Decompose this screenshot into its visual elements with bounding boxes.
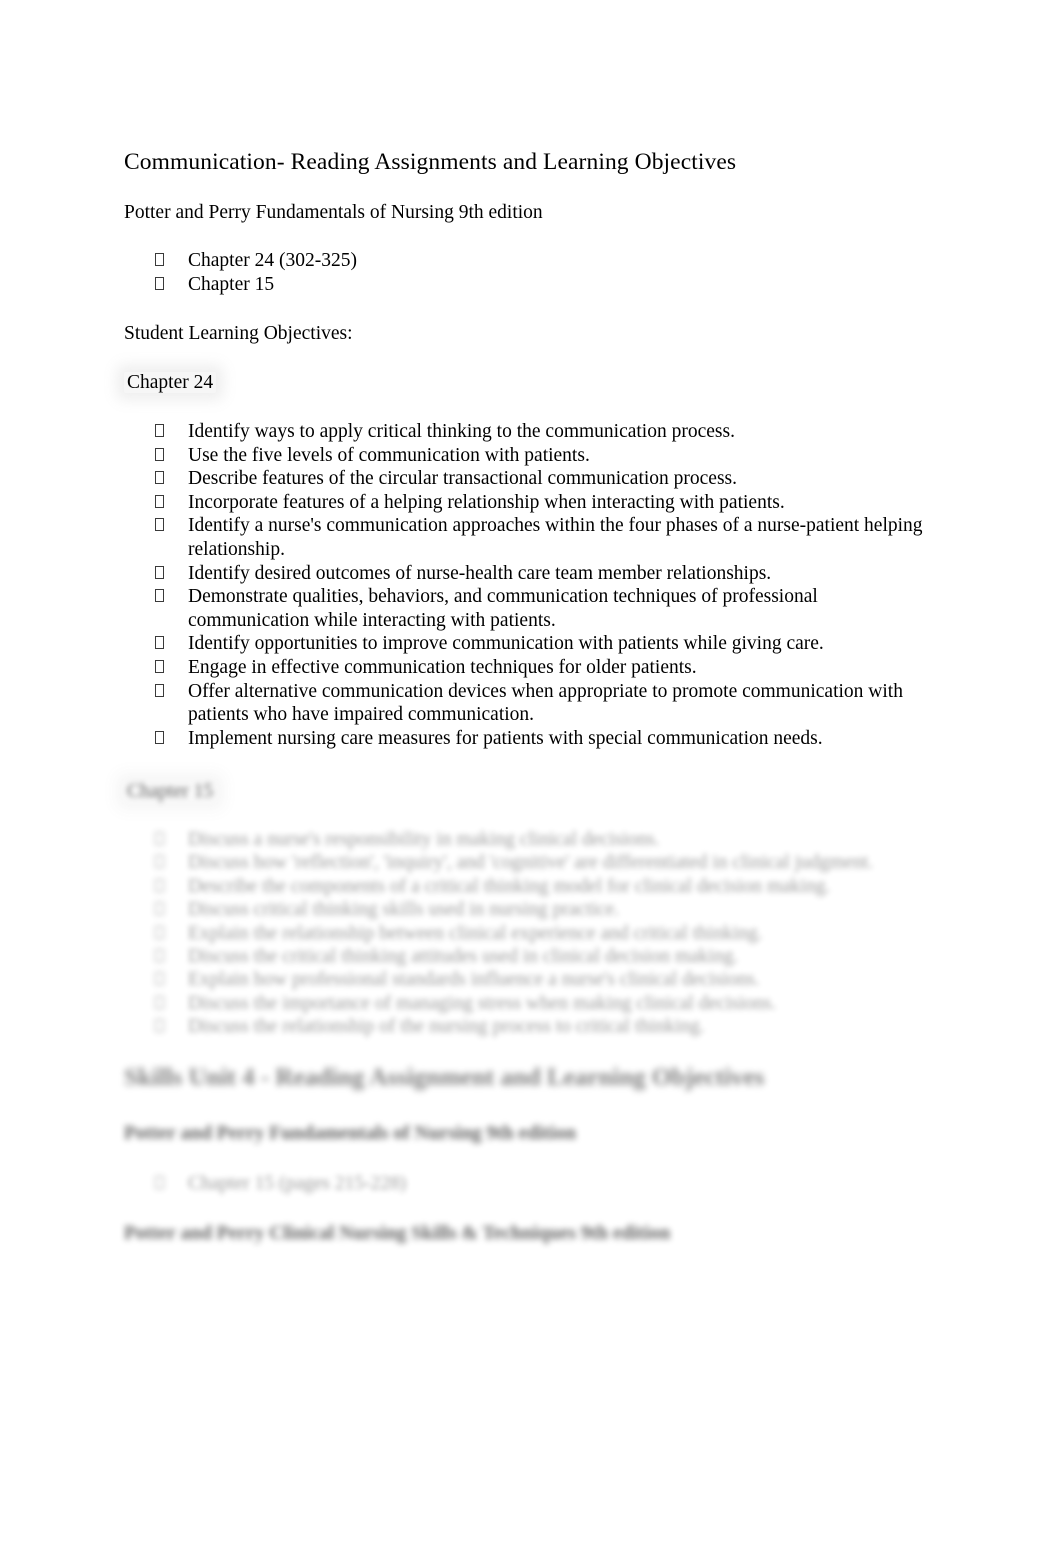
chapter-15-objectives-list: Discuss a nurse's responsibility in maki… xyxy=(0,828,1062,1039)
list-item-label: Explain the relationship between clinica… xyxy=(188,922,763,944)
list-item-label: Demonstrate qualities, behaviors, and co… xyxy=(188,586,818,631)
list-item-label: Engage in effective communication techni… xyxy=(188,656,697,678)
bullet-box-icon xyxy=(155,680,164,704)
list-item: Identify opportunities to improve commun… xyxy=(0,632,1062,656)
list-item: Describe features of the circular transa… xyxy=(0,467,1062,491)
skills-unit-reading-list: Chapter 15 (pages 215-228) xyxy=(0,1172,1062,1195)
list-item-label: Describe the components of a critical th… xyxy=(188,875,831,897)
bullet-box-icon xyxy=(155,632,164,656)
skills-unit-textbook-skills: Potter and Perry Clinical Nursing Skills… xyxy=(124,1223,671,1244)
list-item-label: Identify a nurse's communication approac… xyxy=(188,515,923,560)
bullet-box-icon xyxy=(155,562,164,586)
list-item-label: Identify ways to apply critical thinking… xyxy=(188,421,735,442)
list-item: Chapter 15 (pages 215-228) xyxy=(0,1172,1062,1195)
reading-assignment-list: Chapter 24 (302-325) Chapter 15 xyxy=(0,249,1062,296)
bullet-box-icon xyxy=(155,273,164,297)
list-item-label: Discuss the critical thinking attitudes … xyxy=(188,946,739,968)
bullet-box-icon xyxy=(155,898,164,922)
list-item: Chapter 24 (302-325) xyxy=(0,249,1062,273)
list-item-label: Discuss the importance of managing stres… xyxy=(188,992,777,1014)
list-item: Explain how professional standards influ… xyxy=(0,968,1062,991)
list-item: Identify a nurse's communication approac… xyxy=(0,514,1062,561)
list-item: Incorporate features of a helping relati… xyxy=(0,491,1062,515)
list-item: Chapter 15 xyxy=(0,273,1062,297)
bullet-box-icon xyxy=(155,1015,164,1039)
bullet-box-icon xyxy=(155,875,164,899)
bullet-box-icon xyxy=(155,992,164,1016)
bullet-box-icon xyxy=(155,249,164,273)
bullet-box-icon xyxy=(155,851,164,875)
list-item-label: Chapter 15 (pages 215-228) xyxy=(188,1173,407,1194)
list-item: Describe the components of a critical th… xyxy=(0,875,1062,898)
list-item: Discuss how 'reflection', 'inquiry', and… xyxy=(0,851,1062,874)
list-item: Use the five levels of communication wit… xyxy=(0,444,1062,468)
list-item-label: Implement nursing care measures for pati… xyxy=(188,727,823,749)
list-item: Identify desired outcomes of nurse-healt… xyxy=(0,562,1062,586)
page-title: Communication- Reading Assignments and L… xyxy=(124,149,737,175)
student-learning-objectives-label: Student Learning Objectives: xyxy=(124,323,353,344)
bullet-box-icon xyxy=(155,514,164,538)
list-item: Implement nursing care measures for pati… xyxy=(0,727,1062,751)
bullet-box-icon xyxy=(155,467,164,491)
bullet-box-icon xyxy=(155,656,164,680)
skills-unit-textbook-fundamentals: Potter and Perry Fundamentals of Nursing… xyxy=(124,1123,576,1144)
list-item-label: Discuss the relationship of the nursing … xyxy=(188,1016,705,1038)
bullet-box-icon xyxy=(155,922,164,946)
bullet-box-icon xyxy=(155,491,164,515)
list-item: Discuss the critical thinking attitudes … xyxy=(0,945,1062,968)
list-item-label: Identify desired outcomes of nurse-healt… xyxy=(188,562,772,584)
list-item-label: Offer alternative communication devices … xyxy=(188,680,903,726)
textbook-reference: Potter and Perry Fundamentals of Nursing… xyxy=(124,202,543,223)
chapter-24-objectives-list: Identify ways to apply critical thinking… xyxy=(0,420,1062,750)
bullet-box-icon xyxy=(155,585,164,609)
list-item-label: Chapter 24 (302-325) xyxy=(188,250,357,271)
list-item: Demonstrate qualities, behaviors, and co… xyxy=(0,585,1062,632)
document-page: Communication- Reading Assignments and L… xyxy=(0,0,1062,1561)
list-item-label: Describe features of the circular transa… xyxy=(188,468,738,490)
list-item-label: Discuss a nurse's responsibility in maki… xyxy=(188,829,660,850)
chapter-15-heading: Chapter 15 xyxy=(124,780,217,804)
list-item-label: Incorporate features of a helping relati… xyxy=(188,491,785,513)
list-item: Explain the relationship between clinica… xyxy=(0,922,1062,945)
list-item: Engage in effective communication techni… xyxy=(0,656,1062,680)
bullet-box-icon xyxy=(155,945,164,969)
bullet-box-icon xyxy=(155,727,164,751)
list-item: Discuss the importance of managing stres… xyxy=(0,992,1062,1015)
bullet-box-icon xyxy=(155,968,164,992)
list-item-label: Discuss critical thinking skills used in… xyxy=(188,899,620,921)
bullet-box-icon xyxy=(155,1172,164,1196)
skills-unit-heading: Skills Unit 4 - Reading Assignment and L… xyxy=(124,1064,765,1091)
list-item: Discuss a nurse's responsibility in maki… xyxy=(0,828,1062,851)
list-item: Identify ways to apply critical thinking… xyxy=(0,420,1062,444)
bullet-box-icon xyxy=(155,420,164,444)
list-item: Offer alternative communication devices … xyxy=(0,680,1062,727)
chapter-24-heading: Chapter 24 xyxy=(124,371,217,395)
list-item-label: Explain how professional standards influ… xyxy=(188,969,760,991)
list-item-label: Use the five levels of communication wit… xyxy=(188,444,590,466)
list-item: Discuss the relationship of the nursing … xyxy=(0,1015,1062,1038)
chapter-24-heading-text: Chapter 24 xyxy=(124,372,217,393)
bullet-box-icon xyxy=(155,444,164,468)
bullet-box-icon xyxy=(155,828,164,852)
list-item-label: Discuss how 'reflection', 'inquiry', and… xyxy=(188,852,874,874)
list-item-label: Identify opportunities to improve commun… xyxy=(188,633,824,655)
chapter-15-heading-text: Chapter 15 xyxy=(124,781,217,802)
list-item: Discuss critical thinking skills used in… xyxy=(0,898,1062,921)
list-item-label: Chapter 15 xyxy=(188,273,275,295)
